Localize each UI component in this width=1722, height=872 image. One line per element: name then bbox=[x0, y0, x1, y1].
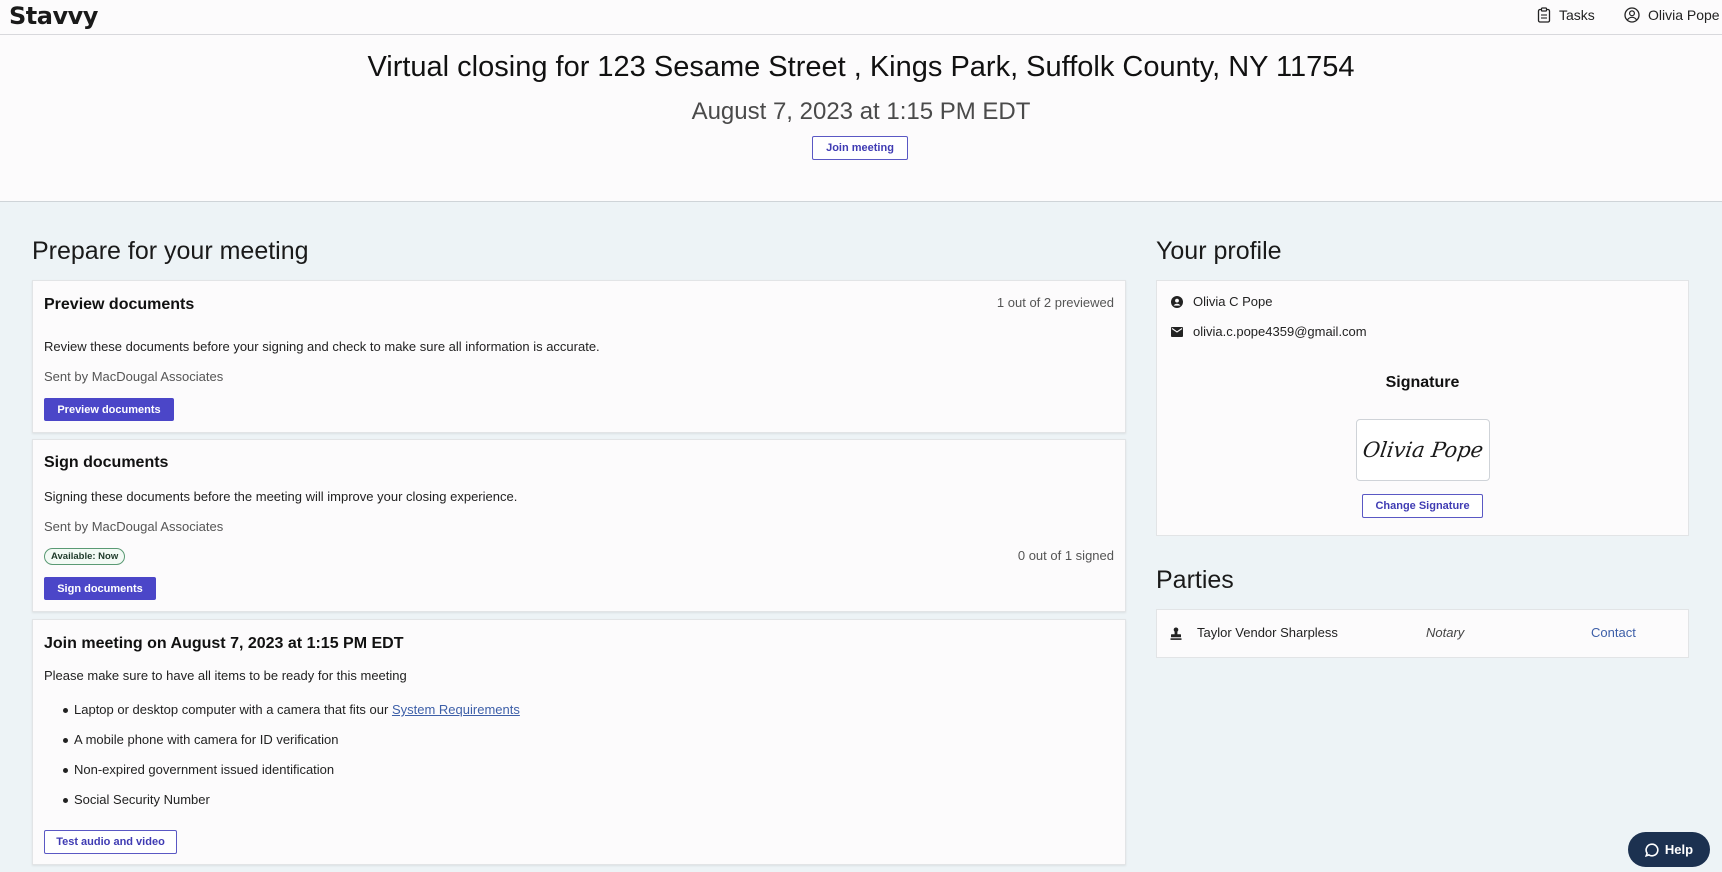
change-signature-button[interactable]: Change Signature bbox=[1362, 494, 1483, 518]
join-card-title: Join meeting on August 7, 2023 at 1:15 P… bbox=[44, 635, 404, 652]
preview-documents-button[interactable]: Preview documents bbox=[44, 398, 174, 421]
chat-bubble-icon bbox=[1644, 842, 1659, 857]
notary-stamp-icon bbox=[1170, 627, 1182, 640]
party-contact-link[interactable]: Contact bbox=[1591, 625, 1636, 640]
stavvy-logo[interactable]: Stavvy bbox=[9, 2, 98, 30]
closing-title: Virtual closing for 123 Sesame Street , … bbox=[367, 51, 1355, 83]
top-navbar: Stavvy Tasks Olivia Pope bbox=[0, 0, 1722, 35]
profile-email: olivia.c.pope4359@gmail.com bbox=[1193, 324, 1367, 339]
closing-header: Virtual closing for 123 Sesame Street , … bbox=[0, 35, 1722, 202]
nav-tasks-label: Tasks bbox=[1559, 7, 1595, 23]
preview-description: Review these documents before your signi… bbox=[44, 339, 600, 354]
requirement-item: A mobile phone with camera for ID verifi… bbox=[44, 732, 520, 762]
sign-card-title: Sign documents bbox=[44, 454, 169, 471]
join-meeting-card: Join meeting on August 7, 2023 at 1:15 P… bbox=[32, 619, 1126, 865]
preview-documents-card: Preview documents 1 out of 2 previewed R… bbox=[32, 280, 1126, 433]
nav-user-menu[interactable]: Olivia Pope bbox=[1624, 7, 1720, 23]
profile-card: Olivia C Pope olivia.c.pope4359@gmail.co… bbox=[1156, 280, 1689, 536]
closing-date: August 7, 2023 at 1:15 PM EDT bbox=[691, 98, 1031, 125]
join-intro: Please make sure to have all items to be… bbox=[44, 668, 407, 683]
nav-tasks-link[interactable]: Tasks bbox=[1537, 7, 1595, 23]
requirement-text: Laptop or desktop computer with a camera… bbox=[74, 702, 389, 717]
signature-preview: Olivia Pope bbox=[1356, 419, 1490, 481]
profile-email-row: olivia.c.pope4359@gmail.com bbox=[1171, 324, 1367, 339]
sign-counter: 0 out of 1 signed bbox=[1017, 548, 1114, 563]
nav-user-name: Olivia Pope bbox=[1648, 7, 1720, 23]
party-row: Taylor Vendor Sharpless Notary Contact bbox=[1156, 609, 1689, 658]
requirements-list: Laptop or desktop computer with a camera… bbox=[44, 702, 520, 822]
sign-sender: Sent by MacDougal Associates bbox=[44, 519, 224, 534]
sign-description: Signing these documents before the meeti… bbox=[44, 489, 518, 504]
requirement-item: Social Security Number bbox=[44, 792, 520, 822]
party-role: Notary bbox=[1426, 625, 1465, 640]
test-audio-video-button[interactable]: Test audio and video bbox=[44, 830, 177, 854]
requirement-item: Laptop or desktop computer with a camera… bbox=[44, 702, 520, 732]
parties-heading: Parties bbox=[1156, 566, 1234, 594]
preview-sender: Sent by MacDougal Associates bbox=[44, 369, 224, 384]
join-meeting-button[interactable]: Join meeting bbox=[812, 136, 908, 160]
party-name: Taylor Vendor Sharpless bbox=[1197, 625, 1338, 640]
sign-documents-card: Sign documents Signing these documents b… bbox=[32, 439, 1126, 612]
preview-card-title: Preview documents bbox=[44, 296, 195, 313]
help-button[interactable]: Help bbox=[1628, 832, 1710, 867]
prepare-heading: Prepare for your meeting bbox=[32, 237, 309, 265]
preview-counter: 1 out of 2 previewed bbox=[996, 295, 1114, 310]
envelope-icon bbox=[1171, 326, 1183, 337]
profile-name: Olivia C Pope bbox=[1193, 294, 1273, 309]
signature-image: Olivia Pope bbox=[1361, 438, 1485, 462]
system-requirements-link[interactable]: System Requirements bbox=[392, 702, 520, 717]
requirement-item: Non-expired government issued identifica… bbox=[44, 762, 520, 792]
sign-documents-button[interactable]: Sign documents bbox=[44, 577, 156, 600]
availability-badge: Available: Now bbox=[44, 548, 126, 565]
profile-heading: Your profile bbox=[1156, 237, 1282, 265]
clipboard-icon bbox=[1537, 7, 1551, 23]
profile-name-row: Olivia C Pope bbox=[1171, 294, 1272, 309]
user-icon bbox=[1171, 295, 1183, 308]
help-label: Help bbox=[1664, 842, 1694, 857]
signature-heading: Signature bbox=[1385, 374, 1460, 391]
user-circle-icon bbox=[1624, 7, 1640, 23]
